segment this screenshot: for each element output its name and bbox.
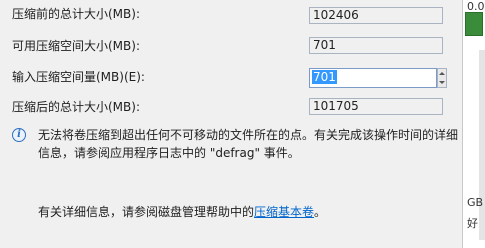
available-space-label: 可用压缩空间大小(MB): <box>12 39 140 53</box>
shrink-volume-dialog: 压缩前的总计大小(MB): 102406 可用压缩空间大小(MB): 701 输… <box>0 0 462 248</box>
strip-hao-text: 好 <box>467 217 478 230</box>
shrink-amount-input[interactable]: 701 <box>309 68 437 88</box>
strip-gb-text: GB <box>467 196 484 209</box>
available-space-value: 701 <box>313 38 336 52</box>
total-before-value: 102406 <box>313 8 359 22</box>
info-icon: i <box>12 128 26 142</box>
info-message: 无法将卷压缩到超出任何不可移动的文件所在的点。有关完成该操作时间的详细信息，请参… <box>38 128 459 160</box>
spin-up-icon[interactable] <box>439 72 445 75</box>
help-prefix: 有关详细信息，请参阅磁盘管理帮助中的 <box>38 205 255 219</box>
total-before-field: 102406 <box>309 7 443 24</box>
total-after-value: 101705 <box>313 99 359 113</box>
background-window-strip: 0.0 GB 好 <box>462 0 485 248</box>
strip-scrollbar[interactable] <box>479 50 485 240</box>
partition-bar <box>465 12 483 36</box>
total-before-label: 压缩前的总计大小(MB): <box>12 7 140 21</box>
shrink-amount-value: 701 <box>312 70 337 84</box>
total-after-label: 压缩后的总计大小(MB): <box>12 100 140 114</box>
help-suffix: 。 <box>314 205 327 219</box>
spin-down-icon[interactable] <box>439 81 445 84</box>
help-line: 有关详细信息，请参阅磁盘管理帮助中的压缩基本卷。 <box>38 203 326 220</box>
total-after-field: 101705 <box>309 98 443 115</box>
shrink-amount-spinner[interactable] <box>437 68 447 88</box>
available-space-field: 701 <box>309 37 443 54</box>
shrink-amount-label: 输入压缩空间量(MB)(E): <box>12 70 145 84</box>
shrink-basic-volume-link[interactable]: 压缩基本卷 <box>254 205 314 219</box>
